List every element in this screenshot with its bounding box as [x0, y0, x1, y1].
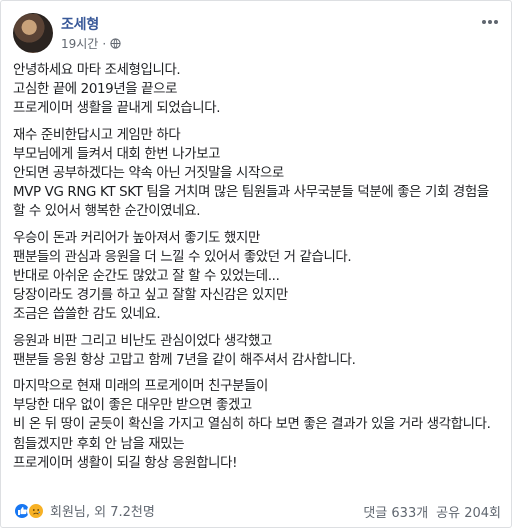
post-text-line: 팬분들 응원 항상 고맙고 함께 7년을 같이 해주셔서 감사합니다. [13, 352, 356, 368]
post-text-line: 재수 준비한답시고 게임만 하다 [13, 127, 181, 143]
post-paragraph: 응원과 비판 그리고 비난도 관심이었다 생각했고팬분들 응원 항상 고맙고 함… [13, 332, 503, 370]
post-text-line: 당장이라도 경기를 하고 싶고 잘할 자신감은 있지만 [13, 288, 288, 304]
post-text-line: 마지막으로 현재 미래의 프로게이머 친구분들이 [13, 379, 269, 395]
post-header: 조세형 19시간 · [13, 13, 501, 53]
post-text-line: 팬분들의 관심과 응원을 더 느낄 수 있어서 좋았던 거 같습니다. [13, 249, 352, 265]
post-body: 안녕하세요 마타 조세형입니다. 고심한 끝에 2019년을 끝으로프로게이머 생… [13, 61, 503, 480]
comment-count[interactable]: 댓글 633개 [363, 502, 428, 521]
post-text-line: 프로게이머 생활이 되길 항상 응원합니다! [13, 455, 238, 471]
post-text-line: 반대로 아쉬운 순간도 많았고 잘 할 수 있었는데... [13, 269, 280, 285]
more-options-icon[interactable] [479, 15, 501, 29]
post-text-line: 비 온 뒤 땅이 굳듯이 확신을 가지고 열심히 하다 보면 좋은 결과가 있을… [13, 417, 491, 433]
reaction-count: 회원님, 외 7.2천명 [50, 505, 155, 520]
post-footer: 회원님, 외 7.2천명 댓글 633개 공유 204회 [13, 499, 501, 521]
post-meta: 19시간 · [61, 35, 121, 52]
sad-icon [27, 501, 45, 520]
post-text-line: MVP VG RNG KT SKT 팀을 거치며 많은 팀원들과 사무국분들 덕… [13, 185, 489, 220]
post-timestamp[interactable]: 19시간 [61, 35, 98, 52]
globe-icon [110, 38, 121, 49]
post-text-line: 프로게이머 생활을 끝내게 되었습니다. [13, 101, 221, 117]
reactions-summary[interactable]: 회원님, 외 7.2천명 [13, 501, 155, 520]
author-avatar[interactable] [13, 13, 53, 53]
post-text-line: 고심한 끝에 2019년을 끝으로 [13, 82, 178, 98]
post-text-line: 우승이 돈과 커리어가 높아져서 좋기도 했지만 [13, 230, 260, 246]
post-text-line: 힘들겠지만 후회 안 남을 재밌는 [13, 436, 185, 452]
engagement-counts: 댓글 633개 공유 204회 [363, 502, 501, 521]
post-paragraph: 재수 준비한답시고 게임만 하다부모님에게 들켜서 대회 한번 나가보고안되면 … [13, 126, 503, 222]
post-paragraph: 우승이 돈과 커리어가 높아져서 좋기도 했지만팬분들의 관심과 응원을 더 느… [13, 229, 503, 325]
post-text-line: 안녕하세요 마타 조세형입니다. [13, 63, 181, 78]
facebook-post: 조세형 19시간 · 안녕하세요 마타 조세형입니다. 고심한 끝에 2019년을… [0, 0, 512, 528]
share-count[interactable]: 공유 204회 [436, 502, 501, 521]
author-name[interactable]: 조세형 [61, 14, 99, 34]
post-text-line: 안되면 공부하겠다는 약속 아닌 거짓말을 시작으로 [13, 166, 284, 182]
post-text-line: 부모님에게 들켜서 대회 한번 나가보고 [13, 146, 221, 162]
post-paragraph: 안녕하세요 마타 조세형입니다. 고심한 끝에 2019년을 끝으로프로게이머 생… [13, 61, 503, 119]
post-text-line: 부당한 대우 없이 좋은 대우만 받으면 좋겠고 [13, 398, 252, 414]
post-text-line: 조금은 씁쓸한 감도 있네요. [13, 307, 161, 323]
post-paragraph: 마지막으로 현재 미래의 프로게이머 친구분들이부당한 대우 없이 좋은 대우만… [13, 377, 503, 473]
post-text-line: 응원과 비판 그리고 비난도 관심이었다 생각했고 [13, 333, 272, 349]
